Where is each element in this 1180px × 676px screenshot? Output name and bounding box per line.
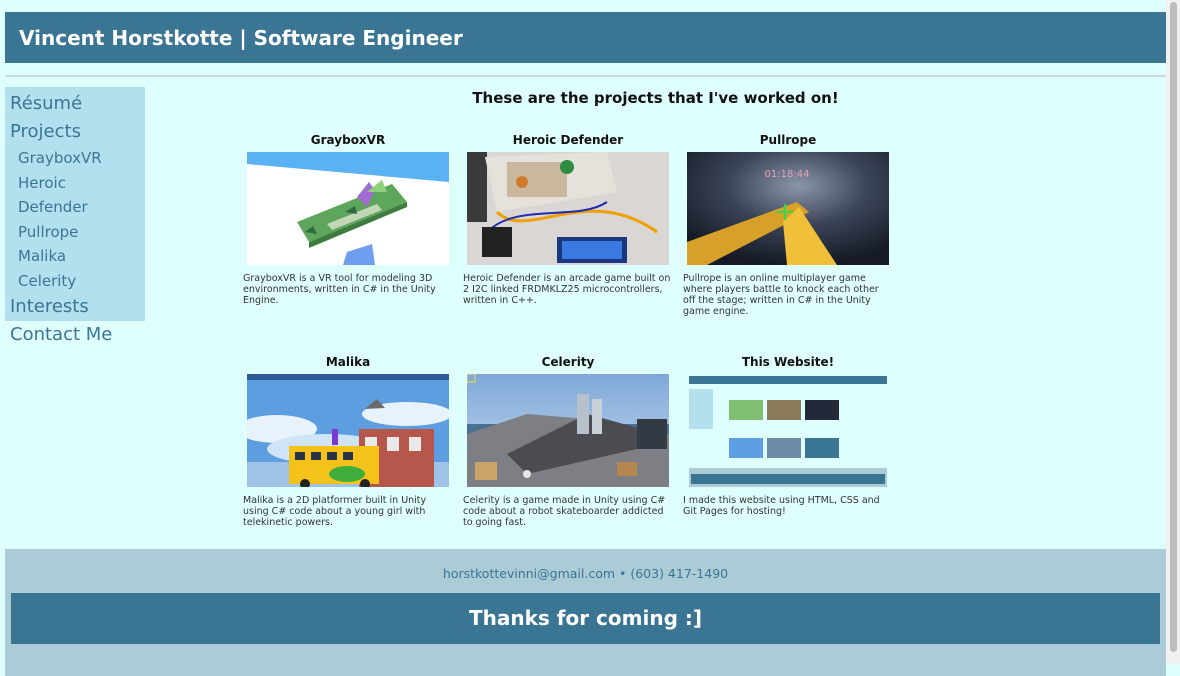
site-title: Vincent Horstkotte | Software Engineer	[19, 25, 463, 50]
project-description: I made this website using HTML, CSS and …	[683, 495, 880, 517]
project-card-celerity: Celerity Celerity is a game made in Unit…	[463, 353, 673, 528]
vertical-scrollbar[interactable]	[1166, 0, 1180, 664]
sidebar-item-projects[interactable]: Projects	[5, 118, 145, 146]
project-description: Malika is a 2D platformer built in Unity…	[243, 495, 427, 528]
site-footer: horstkottevinni@gmail.com • (603) 417-14…	[5, 549, 1166, 676]
project-description: Heroic Defender is an arcade game built …	[463, 273, 671, 306]
project-title: Malika	[325, 355, 371, 369]
project-thumbnail-pullrope[interactable]: 01:18:44	[687, 152, 889, 265]
sidebar-item-contact[interactable]: Contact Me	[5, 321, 145, 349]
page-title: These are the projects that I've worked …	[472, 89, 839, 107]
project-title: This Website!	[741, 355, 835, 369]
project-thumbnail-celerity[interactable]	[467, 374, 669, 487]
sidebar-item-pullrope[interactable]: Pullrope	[5, 220, 145, 245]
scrollbar-thumb[interactable]	[1170, 2, 1177, 652]
pullrope-timer: 01:18:44	[765, 169, 810, 180]
sidebar-item-grayboxvr[interactable]: GrayboxVR	[5, 146, 145, 171]
project-thumbnail-this-website[interactable]	[687, 374, 889, 487]
sidebar-item-resume[interactable]: Résumé	[5, 90, 145, 118]
project-title: Pullrope	[759, 133, 817, 147]
project-title: GrayboxVR	[310, 133, 386, 147]
site-header: Vincent Horstkotte | Software Engineer	[5, 12, 1166, 63]
project-card-this-website: This Website! I made this website using …	[683, 353, 893, 517]
sidebar-item-malika[interactable]: Malika	[5, 244, 145, 269]
project-description: GrayboxVR is a VR tool for modeling 3D e…	[243, 273, 436, 306]
sidebar-item-celerity[interactable]: Celerity	[5, 269, 145, 294]
sidebar: Résumé Projects GrayboxVR Heroic Defende…	[5, 87, 145, 345]
project-description: Celerity is a game made in Unity using C…	[463, 495, 666, 528]
project-thumbnail-malika[interactable]	[247, 374, 449, 487]
project-title: Heroic Defender	[512, 133, 624, 147]
project-card-malika: Malika Malika is a 2D platformer built i…	[243, 353, 453, 528]
thanks-banner: Thanks for coming :]	[11, 593, 1160, 644]
project-thumbnail-heroic-defender[interactable]	[467, 152, 669, 265]
project-card-grayboxvr: GrayboxVR GrayboxVR is a VR tool for mod…	[243, 131, 453, 306]
project-description: Pullrope is an online multiplayer game w…	[683, 273, 879, 317]
sidebar-item-interests[interactable]: Interests	[5, 293, 145, 321]
project-card-pullrope: Pullrope 01:18:44 Pullrope is an online	[683, 131, 893, 317]
page: Vincent Horstkotte | Software Engineer R…	[5, 12, 1166, 676]
project-thumbnail-grayboxvr[interactable]	[247, 152, 449, 265]
project-title: Celerity	[541, 355, 595, 369]
sidebar-item-heroic-defender[interactable]: Heroic Defender	[5, 171, 145, 220]
divider	[5, 75, 1166, 77]
contact-info: horstkottevinni@gmail.com • (603) 417-14…	[442, 566, 729, 581]
project-card-heroic-defender: Heroic Defender Heroic Defender is an ar…	[463, 131, 673, 306]
